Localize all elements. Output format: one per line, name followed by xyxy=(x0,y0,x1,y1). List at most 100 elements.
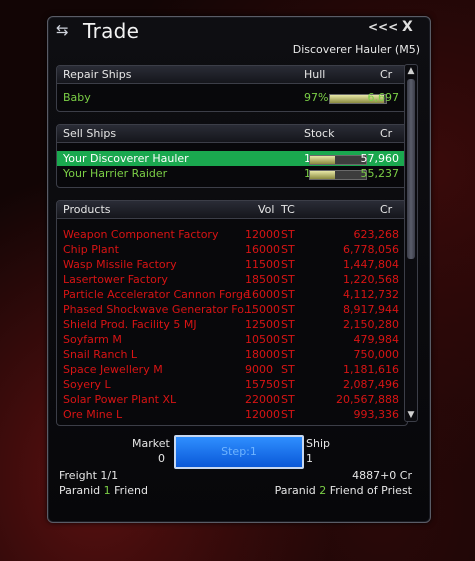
product-name: Soyery L xyxy=(63,378,111,391)
product-tc: ST xyxy=(281,258,295,271)
product-tc: ST xyxy=(281,393,295,406)
product-tc: ST xyxy=(281,378,295,391)
local-faction-name: Paranid xyxy=(59,484,101,497)
product-tc: ST xyxy=(281,348,295,361)
ship-name: Baby xyxy=(63,91,91,104)
product-row[interactable]: Space Jewellery M 9000 ST 1,181,616 xyxy=(57,362,407,377)
product-name: Soyfarm M xyxy=(63,333,122,346)
product-volume: 22000 xyxy=(245,393,280,406)
sell-price: 57,960 xyxy=(360,152,400,165)
trade-arrows-icon: ⇆ xyxy=(56,21,69,39)
repair-ships-panel: Repair Ships Hull Cr Baby 97% 6,697 xyxy=(56,65,408,112)
repair-ships-header: Repair Ships Hull Cr xyxy=(57,66,407,84)
products-title: Products xyxy=(63,203,111,216)
sell-ships-header: Sell Ships Stock Cr xyxy=(57,125,407,143)
product-name: Lasertower Factory xyxy=(63,273,168,286)
stock-bar-fill xyxy=(310,156,336,164)
ship-name: Your Discoverer Hauler xyxy=(63,152,189,165)
trade-window: ⇆ Trade <<< X Discoverer Hauler (M5) Rep… xyxy=(47,16,431,523)
hull-percent: 97% xyxy=(304,91,329,104)
ship-faction-rep: Paranid 2 Friend of Priest xyxy=(275,484,412,497)
market-label: Market xyxy=(132,437,170,450)
list-scrollbar[interactable]: ▲ ▼ xyxy=(404,64,418,422)
product-name: Ore Mine L xyxy=(63,408,123,421)
ship-value: 1 xyxy=(306,452,313,465)
repair-ships-title: Repair Ships xyxy=(63,68,132,81)
product-row[interactable]: Soyfarm M 10500 ST 479,984 xyxy=(57,332,407,347)
stock-column-header: Stock xyxy=(304,127,335,140)
product-row[interactable]: Chip Plant 16000 ST 6,778,056 xyxy=(57,242,407,257)
product-row[interactable]: Ore Mine L 12000 ST 993,336 xyxy=(57,407,407,422)
ship-faction-name: Paranid xyxy=(274,484,316,497)
credits-status: 4887+0 Cr xyxy=(352,469,412,482)
products-header: Products Vol TC Cr xyxy=(57,201,407,219)
stock-bar xyxy=(309,155,367,165)
product-price: 1,181,616 xyxy=(343,363,399,376)
ship-label: Ship xyxy=(306,437,330,450)
product-price: 623,268 xyxy=(353,228,400,241)
product-price: 750,000 xyxy=(353,348,400,361)
repair-ship-row[interactable]: Baby 97% 6,697 xyxy=(57,90,407,105)
product-name: Snail Ranch L xyxy=(63,348,138,361)
product-name: Shield Prod. Facility 5 MJ xyxy=(63,318,197,331)
product-volume: 18500 xyxy=(245,273,280,286)
product-row[interactable]: Soyery L 15750 ST 2,087,496 xyxy=(57,377,407,392)
product-name: Particle Accelerator Cannon Forge xyxy=(63,288,250,301)
product-row[interactable]: Particle Accelerator Cannon Forge 16000 ST… xyxy=(57,287,407,302)
product-volume: 12000 xyxy=(245,228,280,241)
product-volume: 16000 xyxy=(245,243,280,256)
step-button[interactable]: Step:1 xyxy=(174,435,304,469)
product-price: 4,112,732 xyxy=(343,288,399,301)
stock-bar xyxy=(309,170,367,180)
sell-ship-row[interactable]: Your Harrier Raider 1 55,237 xyxy=(57,166,407,181)
sell-ship-row[interactable]: Your Discoverer Hauler 1 57,960 xyxy=(57,151,407,166)
sell-price: 55,237 xyxy=(360,167,400,180)
product-name: Phased Shockwave Generator Fo... xyxy=(63,303,255,316)
product-row[interactable]: Phased Shockwave Generator Fo... 15000 ST 8… xyxy=(57,302,407,317)
title-bar[interactable]: ⇆ Trade <<< X xyxy=(48,17,430,43)
market-value: 0 xyxy=(158,452,165,465)
product-tc: ST xyxy=(281,333,295,346)
product-price: 2,150,280 xyxy=(343,318,399,331)
product-price: 479,984 xyxy=(353,333,400,346)
ship-rep-text: Friend of Priest xyxy=(329,484,412,497)
local-rep-text: Friend xyxy=(114,484,148,497)
window-title: Trade xyxy=(83,19,140,43)
product-tc: ST xyxy=(281,243,295,256)
product-volume: 16000 xyxy=(245,288,280,301)
local-rep-rank: 1 xyxy=(103,484,111,497)
product-price: 1,220,568 xyxy=(343,273,399,286)
product-row[interactable]: Weapon Component Factory 12000 ST 623,268 xyxy=(57,227,407,242)
product-tc: ST xyxy=(281,408,295,421)
product-price: 1,447,804 xyxy=(343,258,399,271)
product-row[interactable]: Solar Power Plant XL 22000 ST 20,567,888 xyxy=(57,392,407,407)
scroll-thumb[interactable] xyxy=(407,79,415,259)
product-name: Solar Power Plant XL xyxy=(63,393,177,406)
chevron-down-icon[interactable]: ▼ xyxy=(405,409,417,421)
product-volume: 11500 xyxy=(245,258,280,271)
product-row[interactable]: Shield Prod. Facility 5 MJ 12500 ST 2,150,2… xyxy=(57,317,407,332)
close-button[interactable]: X xyxy=(402,19,413,35)
repair-price: 6,697 xyxy=(367,91,400,104)
stock-bar-fill xyxy=(310,171,336,179)
chevron-up-icon[interactable]: ▲ xyxy=(405,65,417,77)
credits-column-header: Cr xyxy=(380,68,393,81)
product-price: 8,917,944 xyxy=(343,303,399,316)
sell-ships-panel: Sell Ships Stock Cr Your Discoverer Haul… xyxy=(56,124,408,188)
product-name: Space Jewellery M xyxy=(63,363,163,376)
product-row[interactable]: Wasp Missile Factory 11500 ST 1,447,804 xyxy=(57,257,407,272)
product-tc: ST xyxy=(281,228,295,241)
product-volume: 10500 xyxy=(245,333,280,346)
product-row[interactable]: Snail Ranch L 18000 ST 750,000 xyxy=(57,347,407,362)
hull-column-header: Hull xyxy=(304,68,326,81)
product-volume: 12500 xyxy=(245,318,280,331)
product-row[interactable]: Lasertower Factory 18500 ST 1,220,568 xyxy=(57,272,407,287)
product-tc: ST xyxy=(281,303,295,316)
credits-column-header: Cr xyxy=(380,203,393,216)
product-volume: 15000 xyxy=(245,303,280,316)
product-name: Weapon Component Factory xyxy=(63,228,219,241)
product-volume: 18000 xyxy=(245,348,280,361)
collapse-button[interactable]: <<< xyxy=(368,20,398,34)
product-price: 2,087,496 xyxy=(343,378,399,391)
credits-column-header: Cr xyxy=(380,127,393,140)
